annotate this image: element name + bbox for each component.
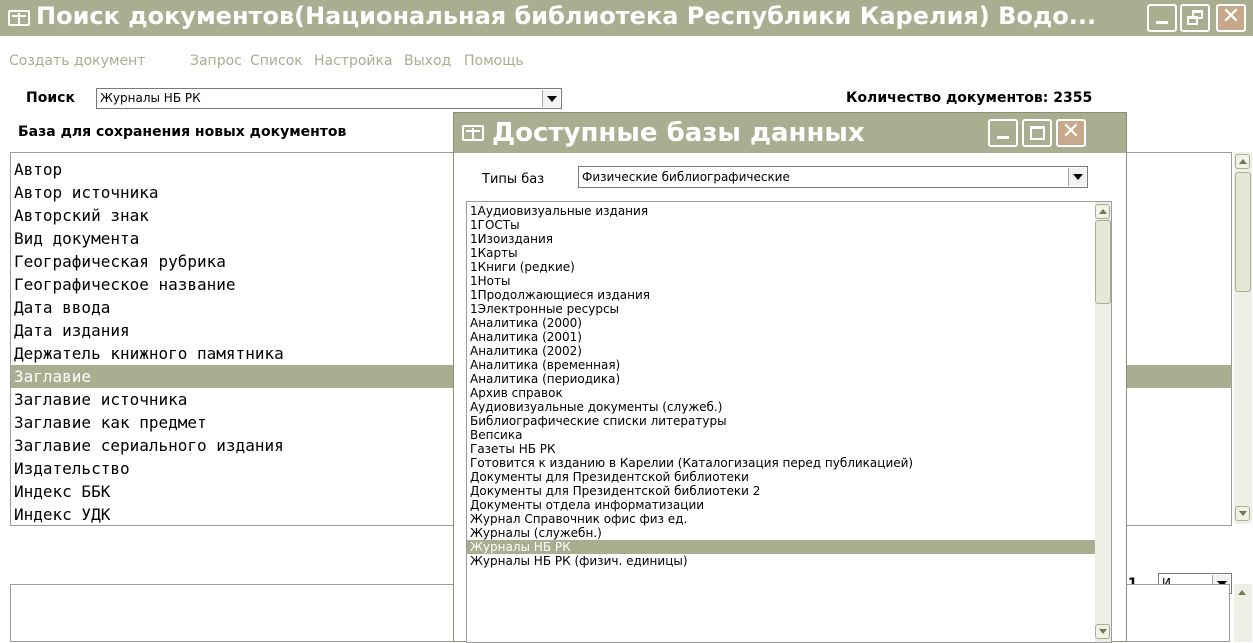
list-item[interactable]: Журналы НБ РК (физич. единицы): [467, 554, 1097, 568]
list-item[interactable]: Документы для Президентской библиотеки: [467, 470, 1097, 484]
close-icon: ✕: [1221, 4, 1241, 29]
dialog-title: Доступные базы данных: [492, 118, 865, 148]
list-item[interactable]: Журнал Справочник офис физ ед.: [467, 512, 1097, 526]
list-item[interactable]: Документы отдела информатизации: [467, 498, 1097, 512]
database-types-select[interactable]: Физические библиографические: [578, 166, 1088, 188]
restore-icon-front: [1187, 16, 1198, 25]
fields-scrollbar[interactable]: [1234, 152, 1252, 524]
list-item[interactable]: Готовится к изданию в Карелии (Каталогиз…: [467, 456, 1097, 470]
restore-button[interactable]: [1180, 4, 1210, 32]
app-book-icon: [8, 10, 30, 26]
list-item[interactable]: 1Ноты: [467, 274, 1097, 288]
chevron-down-icon[interactable]: [1068, 168, 1086, 186]
app-book-icon: [462, 125, 484, 141]
menu-bar: Создать документ Запрос Список Настройка…: [0, 36, 1253, 74]
list-item[interactable]: 1Аудиовизуальные издания: [467, 204, 1097, 218]
main-title-bar[interactable]: Поиск документов(Национальная библиотека…: [0, 0, 1253, 36]
database-types-label: Типы баз: [482, 172, 545, 187]
scroll-up-icon[interactable]: [1235, 154, 1250, 169]
list-item[interactable]: 1ГОСТы: [467, 218, 1097, 232]
list-item-selected[interactable]: Журналы НБ РК: [467, 540, 1097, 554]
list-item[interactable]: 1Электронные ресурсы: [467, 302, 1097, 316]
list-item[interactable]: 1Изоиздания: [467, 232, 1097, 246]
menu-create-document[interactable]: Создать документ: [9, 53, 145, 69]
list-item[interactable]: 1Продолжающиеся издания: [467, 288, 1097, 302]
menu-query[interactable]: Запрос: [190, 53, 242, 69]
menu-list[interactable]: Список: [250, 53, 303, 69]
databases-scrollbar[interactable]: [1095, 202, 1111, 642]
list-item[interactable]: 1Карты: [467, 246, 1097, 260]
dialog-close-button[interactable]: ✕: [1056, 119, 1086, 147]
scroll-up-icon[interactable]: [1235, 586, 1250, 601]
list-item[interactable]: Аудиовизуальные документы (служеб.): [467, 400, 1097, 414]
close-icon: ✕: [1061, 119, 1081, 144]
scroll-thumb[interactable]: [1235, 172, 1251, 292]
list-item[interactable]: Архив справок: [467, 386, 1097, 400]
list-item[interactable]: Вепсика: [467, 428, 1097, 442]
minimize-icon: [997, 136, 1009, 139]
window-title: Поиск документов(Национальная библиотека…: [36, 2, 1097, 30]
scroll-down-icon[interactable]: [1235, 506, 1250, 521]
list-item[interactable]: Аналитика (временная): [467, 358, 1097, 372]
list-item[interactable]: Журналы (служебн.): [467, 526, 1097, 540]
menu-help[interactable]: Помощь: [464, 53, 524, 69]
list-item[interactable]: Аналитика (2000): [467, 316, 1097, 330]
search-database-value: Журналы НБ РК: [100, 91, 201, 105]
list-item[interactable]: Газеты НБ РК: [467, 442, 1097, 456]
minimize-button[interactable]: [1147, 4, 1177, 32]
chevron-down-icon[interactable]: [542, 90, 560, 107]
list-item[interactable]: Документы для Президентской библиотеки 2: [467, 484, 1097, 498]
save-base-label: База для сохранения новых документов: [18, 124, 347, 140]
databases-list[interactable]: 1Аудиовизуальные издания 1ГОСТы 1Изоизда…: [466, 201, 1112, 643]
scroll-up-icon[interactable]: [1095, 204, 1110, 219]
menu-settings[interactable]: Настройка: [314, 53, 393, 69]
close-button[interactable]: ✕: [1216, 4, 1246, 32]
list-item[interactable]: Аналитика (2001): [467, 330, 1097, 344]
dialog-minimize-button[interactable]: [988, 119, 1018, 147]
minimize-icon: [1156, 21, 1168, 24]
list-item[interactable]: 1Книги (редкие): [467, 260, 1097, 274]
maximize-icon: [1030, 126, 1045, 140]
menu-exit[interactable]: Выход: [404, 53, 451, 69]
list-item[interactable]: Аналитика (2002): [467, 344, 1097, 358]
search-database-select[interactable]: Журналы НБ РК: [96, 88, 562, 109]
dialog-maximize-button[interactable]: [1022, 119, 1052, 147]
list-item[interactable]: Библиографические списки литературы: [467, 414, 1097, 428]
scroll-down-icon[interactable]: [1095, 624, 1110, 639]
query-scrollbar[interactable]: [1234, 584, 1252, 642]
list-item[interactable]: Аналитика (периодика): [467, 372, 1097, 386]
database-types-value: Физические библиографические: [582, 170, 790, 184]
available-databases-dialog: Доступные базы данных ✕ Типы баз Физичес…: [453, 112, 1127, 643]
dialog-title-bar[interactable]: Доступные базы данных ✕: [454, 113, 1126, 153]
scroll-thumb[interactable]: [1095, 220, 1111, 304]
document-count: Количество документов: 2355: [846, 90, 1093, 106]
search-label: Поиск: [26, 90, 75, 106]
